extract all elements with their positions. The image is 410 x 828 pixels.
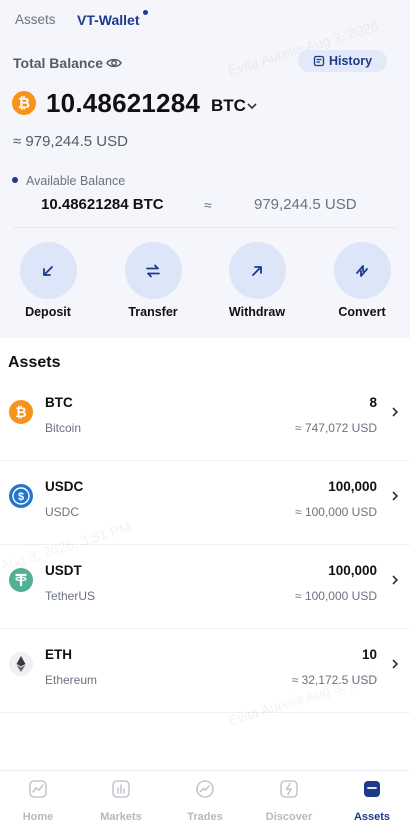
total-balance-amount: 10.48621284 (46, 88, 201, 118)
deposit-button[interactable]: Deposit (3, 242, 93, 319)
history-button[interactable]: History (298, 50, 387, 72)
asset-row-usdt[interactable]: USDT TetherUS 100,000 ≈ 100,000 USD (0, 545, 410, 629)
nav-assets[interactable]: Assets (337, 779, 407, 823)
svg-text:$: $ (18, 491, 24, 503)
withdraw-label: Withdraw (228, 305, 286, 319)
nav-label: Assets (353, 811, 391, 823)
chevron-right-icon (392, 575, 399, 585)
ethereum-icon (9, 652, 33, 676)
asset-name: Ethereum (45, 673, 98, 687)
asset-amount: 8 (369, 395, 377, 410)
nav-label: Home (22, 811, 54, 823)
nav-label: Trades (187, 811, 223, 823)
assets-section-title: Assets (8, 354, 61, 371)
asset-symbol: ETH (45, 647, 72, 662)
discover-icon (280, 780, 298, 798)
usdc-icon: $ (9, 484, 33, 508)
markets-icon (112, 780, 130, 798)
history-icon (313, 55, 325, 67)
transfer-button[interactable]: Transfer (108, 242, 198, 319)
arrow-up-right-icon (252, 265, 262, 276)
asset-symbol: BTC (45, 395, 73, 410)
chevron-down-icon[interactable] (246, 100, 258, 112)
bottom-nav: Home Markets Trades Discover Assets (0, 770, 410, 828)
divider (13, 227, 397, 228)
asset-amount: 100,000 (328, 479, 377, 494)
history-label: History (328, 54, 373, 68)
swap-icon (146, 264, 160, 277)
balance-unit-selector[interactable]: BTC (211, 96, 246, 116)
nav-markets[interactable]: Markets (86, 779, 156, 823)
nav-trades[interactable]: Trades (170, 779, 240, 823)
assets-icon (364, 781, 380, 797)
chevron-right-icon (392, 491, 399, 501)
asset-name: TetherUS (45, 589, 96, 603)
asset-name: USDC (45, 505, 80, 519)
convert-button[interactable]: Convert (317, 242, 407, 319)
available-balance-btc: 10.48621284 BTC (41, 196, 164, 213)
home-icon (29, 780, 47, 798)
total-balance-label: Total Balance (13, 55, 103, 71)
total-balance-usd: ≈ 979,244.5 USD (13, 133, 128, 150)
bitcoin-icon: ₿ (9, 400, 33, 424)
convert-icon (356, 264, 368, 277)
deposit-circle[interactable] (19, 242, 77, 299)
bitcoin-icon: ₿ (12, 91, 36, 115)
nav-discover[interactable]: Discover (254, 779, 324, 823)
asset-symbol: USDT (45, 563, 82, 578)
arrow-down-left-icon (43, 265, 53, 276)
asset-usd-value: ≈ 747,072 USD (295, 421, 377, 435)
asset-row-eth[interactable]: ETH Ethereum 10 ≈ 32,172.5 USD (0, 629, 410, 713)
withdraw-button[interactable]: Withdraw (212, 242, 302, 319)
asset-name: Bitcoin (45, 421, 82, 435)
approx-sign: ≈ (204, 197, 212, 213)
chevron-right-icon (392, 659, 399, 669)
convert-circle[interactable] (333, 242, 391, 299)
available-balance-usd: 979,244.5 USD (254, 196, 357, 213)
asset-symbol: USDC (45, 479, 84, 494)
asset-row-usdc[interactable]: $ USDC USDC 100,000 ≈ 100,000 USD (0, 461, 410, 545)
deposit-label: Deposit (25, 305, 71, 319)
asset-amount: 10 (361, 647, 377, 662)
notification-dot (143, 10, 148, 15)
asset-usd-value: ≈ 100,000 USD (295, 589, 377, 603)
transfer-label: Transfer (128, 305, 178, 319)
asset-row-btc[interactable]: ₿ BTC Bitcoin 8 ≈ 747,072 USD (0, 377, 410, 461)
convert-label: Convert (338, 305, 386, 319)
tab-assets[interactable]: Assets (15, 12, 56, 27)
withdraw-circle[interactable] (228, 242, 286, 299)
asset-amount: 100,000 (328, 563, 377, 578)
eye-icon[interactable] (106, 56, 122, 70)
available-dot (12, 177, 18, 183)
nav-label: Markets (100, 811, 142, 823)
top-tabs: Assets VT-Wallet (0, 0, 410, 40)
available-balance-label: Available Balance (26, 174, 126, 188)
nav-home[interactable]: Home (3, 779, 73, 823)
trades-icon (196, 780, 214, 798)
transfer-circle[interactable] (124, 242, 182, 299)
nav-label: Discover (265, 811, 313, 823)
tether-icon (9, 568, 33, 592)
chevron-right-icon (392, 407, 399, 417)
asset-usd-value: ≈ 100,000 USD (295, 505, 377, 519)
tab-vt-wallet[interactable]: VT-Wallet (77, 12, 140, 28)
asset-usd-value: ≈ 32,172.5 USD (291, 673, 377, 687)
